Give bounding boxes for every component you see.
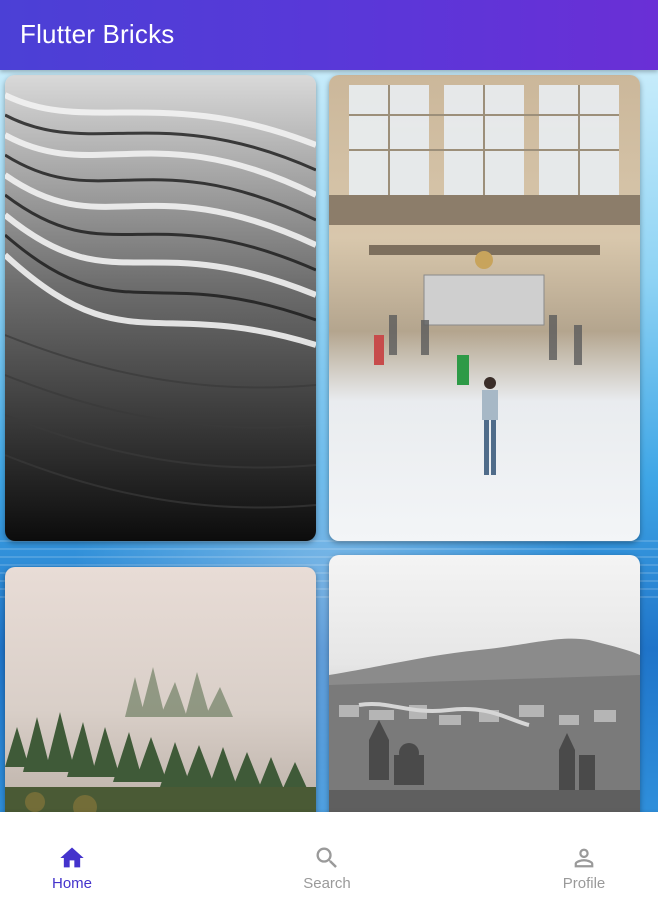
nav-label-profile: Profile [562, 875, 606, 892]
nav-label-search: Search [303, 875, 351, 892]
app-bar: Flutter Bricks [0, 0, 658, 70]
app-title: Flutter Bricks [20, 19, 175, 49]
person-icon [574, 848, 594, 868]
nav-item-search[interactable]: Search [267, 812, 387, 912]
home-icon [60, 847, 84, 868]
architecture-image [5, 75, 316, 541]
city-image [329, 555, 640, 812]
nav-item-home[interactable]: Home [12, 812, 132, 912]
grid-image-architecture[interactable] [5, 75, 316, 541]
nav-item-profile[interactable]: Profile [524, 812, 644, 912]
bottom-navigation-bar: Home Search Profile [0, 812, 658, 912]
grid-image-forest[interactable] [5, 567, 316, 812]
nav-label-home: Home [51, 875, 92, 892]
grid-image-station[interactable] [329, 75, 640, 541]
forest-image [5, 567, 316, 812]
search-icon [316, 847, 337, 868]
image-grid[interactable] [0, 70, 658, 812]
station-image [329, 75, 640, 541]
grid-image-city[interactable] [329, 555, 640, 812]
